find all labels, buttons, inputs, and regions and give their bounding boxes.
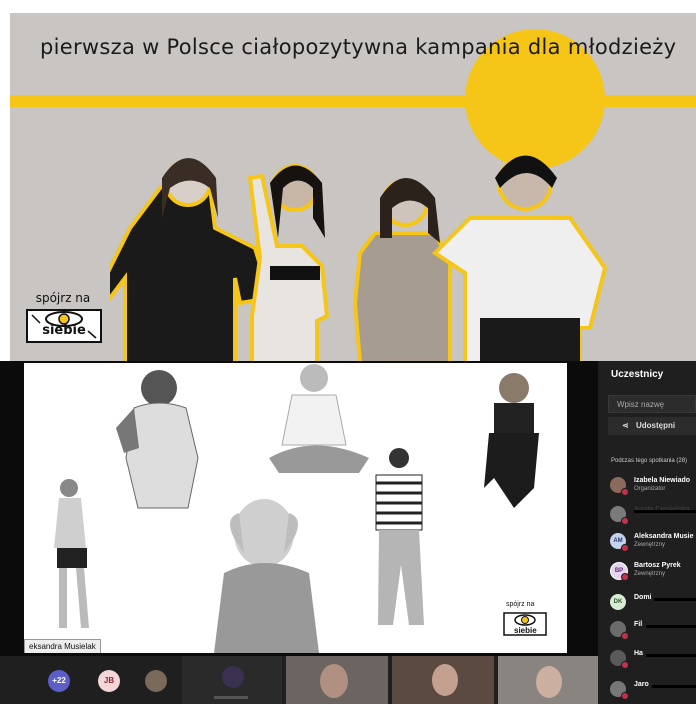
collage-logo-bottom: siebie	[514, 626, 537, 635]
teams-meeting-window: spójrz na siebie eksandra Musielak Uczes…	[0, 361, 696, 704]
in-meeting-section-label[interactable]: Podczas tego spotkania (28)	[611, 457, 691, 465]
participant-name: Fil	[634, 621, 643, 628]
participant-role: Zewnętrzny	[634, 571, 666, 577]
participant-name: Jaro	[634, 681, 649, 688]
participant-search-input[interactable]: Wpisz nazwę	[608, 395, 696, 413]
person-3	[352, 178, 452, 361]
logo-eye-box: siebie	[26, 309, 102, 343]
redaction-bar	[214, 696, 248, 699]
participant-item[interactable]: AM Aleksandra Musie Zewnętrzny	[608, 531, 696, 553]
avatar: DK	[610, 594, 626, 610]
participant-item[interactable]: Izabela Niewiado Organizator	[608, 475, 696, 497]
collage-logo-top: spójrz na	[506, 601, 535, 608]
participant-item[interactable]: BP Bartosz Pyrek Zewnętrzny	[608, 560, 696, 582]
shared-screen[interactable]: spójrz na siebie eksandra Musielak	[24, 363, 567, 653]
collage-person-4	[54, 479, 89, 628]
redaction-bar	[646, 625, 696, 628]
face-thumbnail	[432, 664, 458, 696]
participant-avatar-photo[interactable]	[145, 670, 167, 692]
redaction-bar	[654, 598, 696, 601]
participants-panel: Uczestnicy Wpisz nazwę ⋖ Udostępni Podcz…	[598, 361, 696, 704]
logo-bottom-text: siebie	[42, 323, 86, 338]
participant-role: Organizator	[634, 486, 666, 492]
collage-person-6	[375, 448, 424, 625]
more-participants-badge[interactable]: +22	[48, 670, 70, 692]
status-icon	[621, 544, 629, 552]
avatar	[222, 666, 244, 688]
status-icon	[621, 692, 629, 700]
speaker-name-tag: eksandra Musielak	[24, 639, 101, 653]
collage-person-5	[214, 499, 319, 653]
status-icon	[621, 517, 629, 525]
share-invite-button[interactable]: ⋖ Udostępni	[608, 417, 696, 435]
video-tile-3[interactable]	[392, 656, 494, 704]
collage-person-1	[116, 370, 199, 509]
participant-item[interactable]: Jaro	[608, 679, 696, 701]
person-4	[431, 155, 608, 361]
status-icon	[621, 488, 629, 496]
participant-name: Bartosz Pyrek	[634, 562, 681, 569]
campaign-banner: pierwsza w Polsce ciałopozytywna kampani…	[10, 13, 696, 361]
participant-item[interactable]: Ha	[608, 648, 696, 670]
face-thumbnail	[536, 666, 562, 698]
share-button-label: Udostępni	[636, 421, 676, 430]
redaction-bar	[646, 654, 696, 657]
participant-item[interactable]: DK Domi	[608, 592, 696, 614]
participant-avatar-jb[interactable]: JB	[98, 670, 120, 692]
banner-title: pierwsza w Polsce ciałopozytywna kampani…	[40, 35, 677, 59]
yellow-stripe	[10, 95, 696, 107]
share-icon: ⋖	[622, 421, 629, 430]
participant-role: Zewnętrzny	[634, 542, 666, 548]
participant-item[interactable]: Agata Ciesielska	[608, 504, 696, 526]
participant-name: Domi	[634, 594, 652, 601]
collage-person-3	[484, 373, 539, 508]
logo-top-text: spójrz na	[35, 291, 91, 305]
group-photo	[110, 155, 608, 361]
redaction-bar	[634, 510, 696, 513]
face-thumbnail	[320, 664, 348, 698]
panel-title: Uczestnicy	[611, 369, 664, 380]
video-tile-1[interactable]	[182, 656, 282, 704]
participant-item[interactable]: Fil	[608, 619, 696, 641]
collage-person-2	[269, 364, 369, 473]
status-icon	[621, 573, 629, 581]
shared-collage	[54, 364, 547, 653]
participant-name: Aleksandra Musie	[634, 533, 694, 540]
status-icon	[621, 661, 629, 669]
participant-name: Izabela Niewiado	[634, 477, 691, 484]
video-tile-4[interactable]	[498, 656, 598, 704]
person-1	[110, 158, 273, 361]
redaction-bar	[652, 685, 696, 688]
video-tile-2[interactable]	[286, 656, 388, 704]
spojrz-na-siebie-logo: spójrz na siebie	[26, 291, 102, 351]
person-2	[247, 164, 330, 361]
video-strip: +22 JB	[0, 656, 598, 704]
participant-name: Ha	[634, 650, 643, 657]
status-icon	[621, 632, 629, 640]
